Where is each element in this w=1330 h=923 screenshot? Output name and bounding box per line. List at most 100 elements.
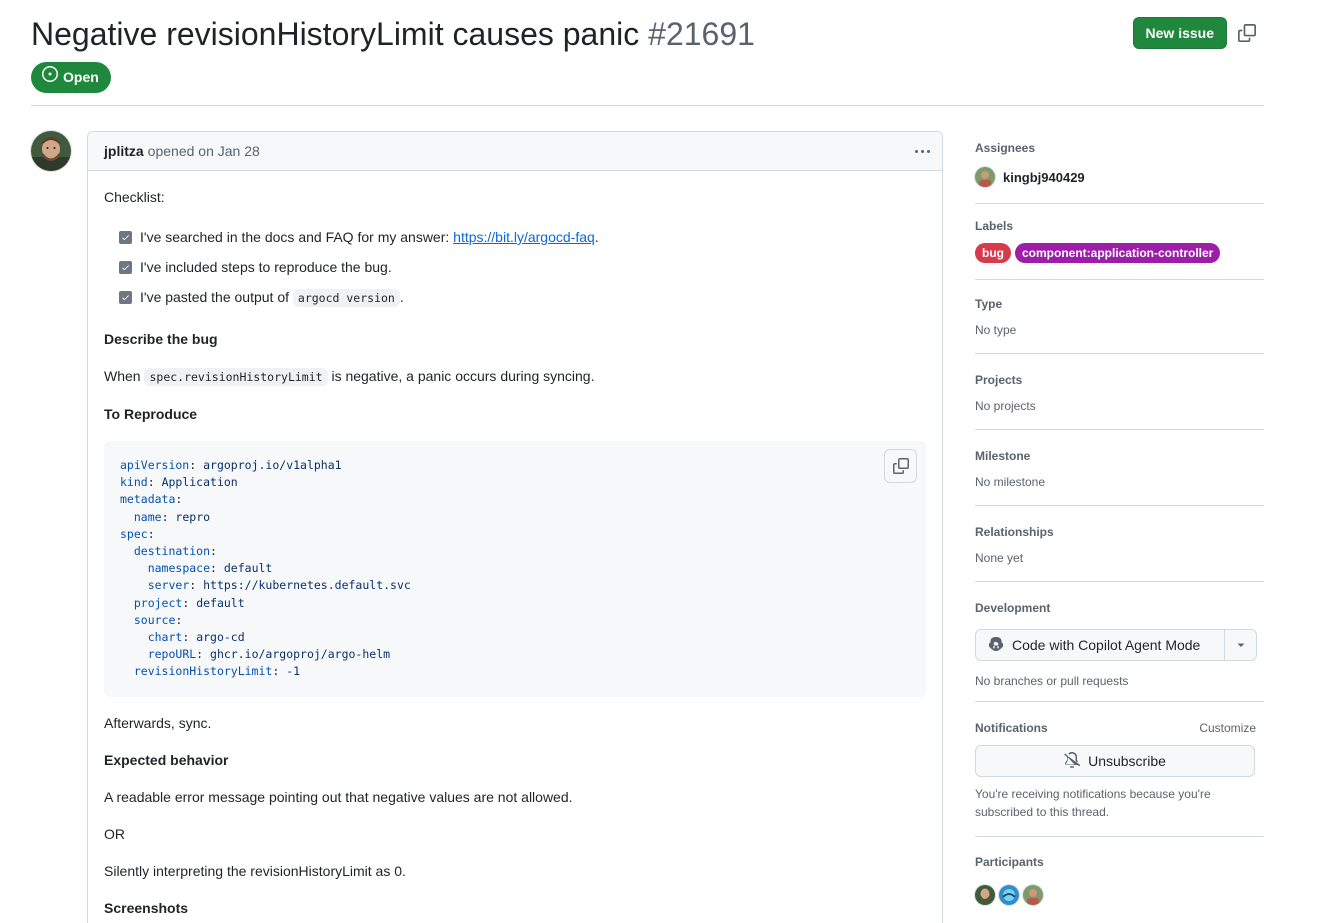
- describe-heading: Describe the bug: [104, 331, 218, 347]
- projects-value: No projects: [975, 399, 1036, 413]
- copy-code-icon[interactable]: [884, 449, 917, 483]
- notifications-note-line: You're receiving notifications because y…: [975, 787, 1211, 801]
- inline-code: spec.revisionHistoryLimit: [144, 368, 328, 386]
- comment-header: jplitza opened on Jan 28: [88, 132, 942, 171]
- issue-opened-icon: [42, 62, 58, 93]
- kebab-horizontal-icon[interactable]: [912, 142, 932, 160]
- faq-link[interactable]: https://bit.ly/argocd-faq: [453, 229, 595, 245]
- unsubscribe-label: Unsubscribe: [1088, 753, 1166, 769]
- issue-title-text: Negative revisionHistoryLimit causes pan…: [31, 16, 640, 52]
- milestone-title[interactable]: Milestone: [975, 447, 1264, 465]
- author-avatar[interactable]: [31, 131, 71, 171]
- labels-list: bug component:application-controller: [975, 243, 1264, 263]
- code-line: source:: [133, 612, 183, 627]
- code-line: destination:: [133, 543, 217, 558]
- code-line: name: repro: [133, 509, 211, 524]
- alternative-paragraph: Silently interpreting the revisionHistor…: [104, 863, 406, 879]
- type-title[interactable]: Type: [975, 295, 1264, 313]
- task-text: I've included steps to reproduce the bug…: [140, 259, 392, 275]
- participants-title: Participants: [975, 855, 1044, 869]
- notifications-note: You're receiving notifications because y…: [975, 785, 1264, 821]
- sidebar-divider: [975, 836, 1264, 837]
- task-suffix: .: [594, 229, 599, 245]
- code-line: chart: argo-cd: [147, 629, 245, 644]
- assignees-section: Assignees kingbj940429: [975, 139, 1264, 187]
- participant-avatar[interactable]: [999, 885, 1019, 905]
- customize-link[interactable]: Customize: [1199, 719, 1256, 737]
- comment-author[interactable]: jplitza: [104, 143, 144, 159]
- labels-title[interactable]: Labels: [975, 217, 1264, 235]
- development-section: Development: [975, 599, 1264, 617]
- inline-code: argocd version: [292, 289, 400, 307]
- type-section: Type No type: [975, 295, 1264, 339]
- labels-section: Labels bug component:application-control…: [975, 217, 1264, 263]
- participants-list: [975, 885, 1043, 905]
- assignee-item[interactable]: kingbj940429: [975, 167, 1264, 187]
- relationships-section: Relationships None yet: [975, 523, 1264, 567]
- development-value: No branches or pull requests: [975, 674, 1129, 688]
- sidebar-divider: [975, 581, 1264, 582]
- projects-title[interactable]: Projects: [975, 371, 1264, 389]
- relationships-title[interactable]: Relationships: [975, 523, 1264, 541]
- expected-paragraph: A readable error message pointing out th…: [104, 789, 573, 805]
- copilot-icon: [988, 636, 1004, 655]
- label-bug[interactable]: bug: [975, 243, 1011, 263]
- participants-section: Participants: [975, 853, 1264, 871]
- code-line: namespace: default: [147, 561, 273, 576]
- expected-heading: Expected behavior: [104, 752, 229, 768]
- checkbox-checked-icon[interactable]: [119, 291, 132, 304]
- or-paragraph: OR: [104, 826, 125, 842]
- task-item: I've included steps to reproduce the bug…: [119, 257, 392, 277]
- new-issue-button[interactable]: New issue: [1132, 17, 1227, 49]
- code-lines: apiVersion: argoproj.io/v1alpha1 kind: Ap…: [120, 457, 411, 680]
- development-value-wrap: No branches or pull requests: [975, 672, 1264, 690]
- code-line: server: https://kubernetes.default.svc: [147, 578, 411, 593]
- relationships-value: None yet: [975, 551, 1024, 565]
- code-line: metadata:: [120, 492, 183, 507]
- participant-avatar[interactable]: [975, 885, 995, 905]
- task-text: I've pasted the output of: [140, 289, 293, 305]
- bell-slash-icon: [1064, 751, 1081, 771]
- unsubscribe-button[interactable]: Unsubscribe: [975, 745, 1255, 777]
- header-divider: [31, 105, 1264, 106]
- copilot-agent-button[interactable]: Code with Copilot Agent Mode: [976, 630, 1225, 660]
- notifications-note-line: subscribed to this thread.: [975, 805, 1110, 819]
- issue-header: Negative revisionHistoryLimit causes pan…: [31, 14, 1264, 58]
- code-line: project: default: [133, 595, 245, 610]
- issue-comment: jplitza opened on Jan 28 Checklist: I've…: [87, 131, 943, 923]
- assignees-title[interactable]: Assignees: [975, 139, 1264, 157]
- sidebar-divider: [975, 203, 1264, 204]
- sidebar-divider: [975, 279, 1264, 280]
- notifications-section: Notifications Customize: [975, 719, 1264, 737]
- issue-number: #21691: [648, 16, 755, 52]
- development-title[interactable]: Development: [975, 599, 1264, 617]
- assignee-avatar: [975, 167, 995, 187]
- issue-state-badge: Open: [31, 62, 111, 93]
- checkbox-checked-icon[interactable]: [119, 260, 132, 274]
- code-line: apiVersion: argoproj.io/v1alpha1: [120, 458, 342, 472]
- copy-link-icon[interactable]: [1238, 24, 1256, 42]
- checklist-heading: Checklist:: [104, 189, 165, 205]
- type-value: No type: [975, 323, 1017, 337]
- comment-timestamp[interactable]: opened on Jan 28: [148, 143, 260, 159]
- code-line: kind: Application: [120, 475, 238, 490]
- participant-avatar[interactable]: [1023, 885, 1043, 905]
- code-line: spec:: [120, 526, 155, 541]
- task-suffix: .: [399, 289, 404, 305]
- label-component[interactable]: component:application-controller: [1015, 243, 1221, 263]
- sidebar-divider: [975, 701, 1264, 702]
- task-item: I've searched in the docs and FAQ for my…: [119, 227, 599, 247]
- triangle-down-icon[interactable]: [1225, 630, 1256, 660]
- milestone-value: No milestone: [975, 475, 1046, 489]
- code-line: repoURL: ghcr.io/argoproj/argo-helm: [147, 647, 391, 662]
- sidebar-divider: [975, 429, 1264, 430]
- issue-state-label: Open: [63, 69, 99, 85]
- copilot-button-label: Code with Copilot Agent Mode: [1012, 637, 1201, 653]
- sidebar-divider: [975, 353, 1264, 354]
- code-line: revisionHistoryLimit: -1: [133, 664, 301, 679]
- yaml-code-block: apiVersion: argoproj.io/v1alpha1 kind: Ap…: [104, 441, 926, 697]
- describe-paragraph: When spec.revisionHistoryLimit is negati…: [104, 368, 595, 386]
- checkbox-checked-icon[interactable]: [119, 230, 132, 244]
- issue-title: Negative revisionHistoryLimit causes pan…: [31, 14, 755, 54]
- copilot-split-button: Code with Copilot Agent Mode: [975, 629, 1257, 661]
